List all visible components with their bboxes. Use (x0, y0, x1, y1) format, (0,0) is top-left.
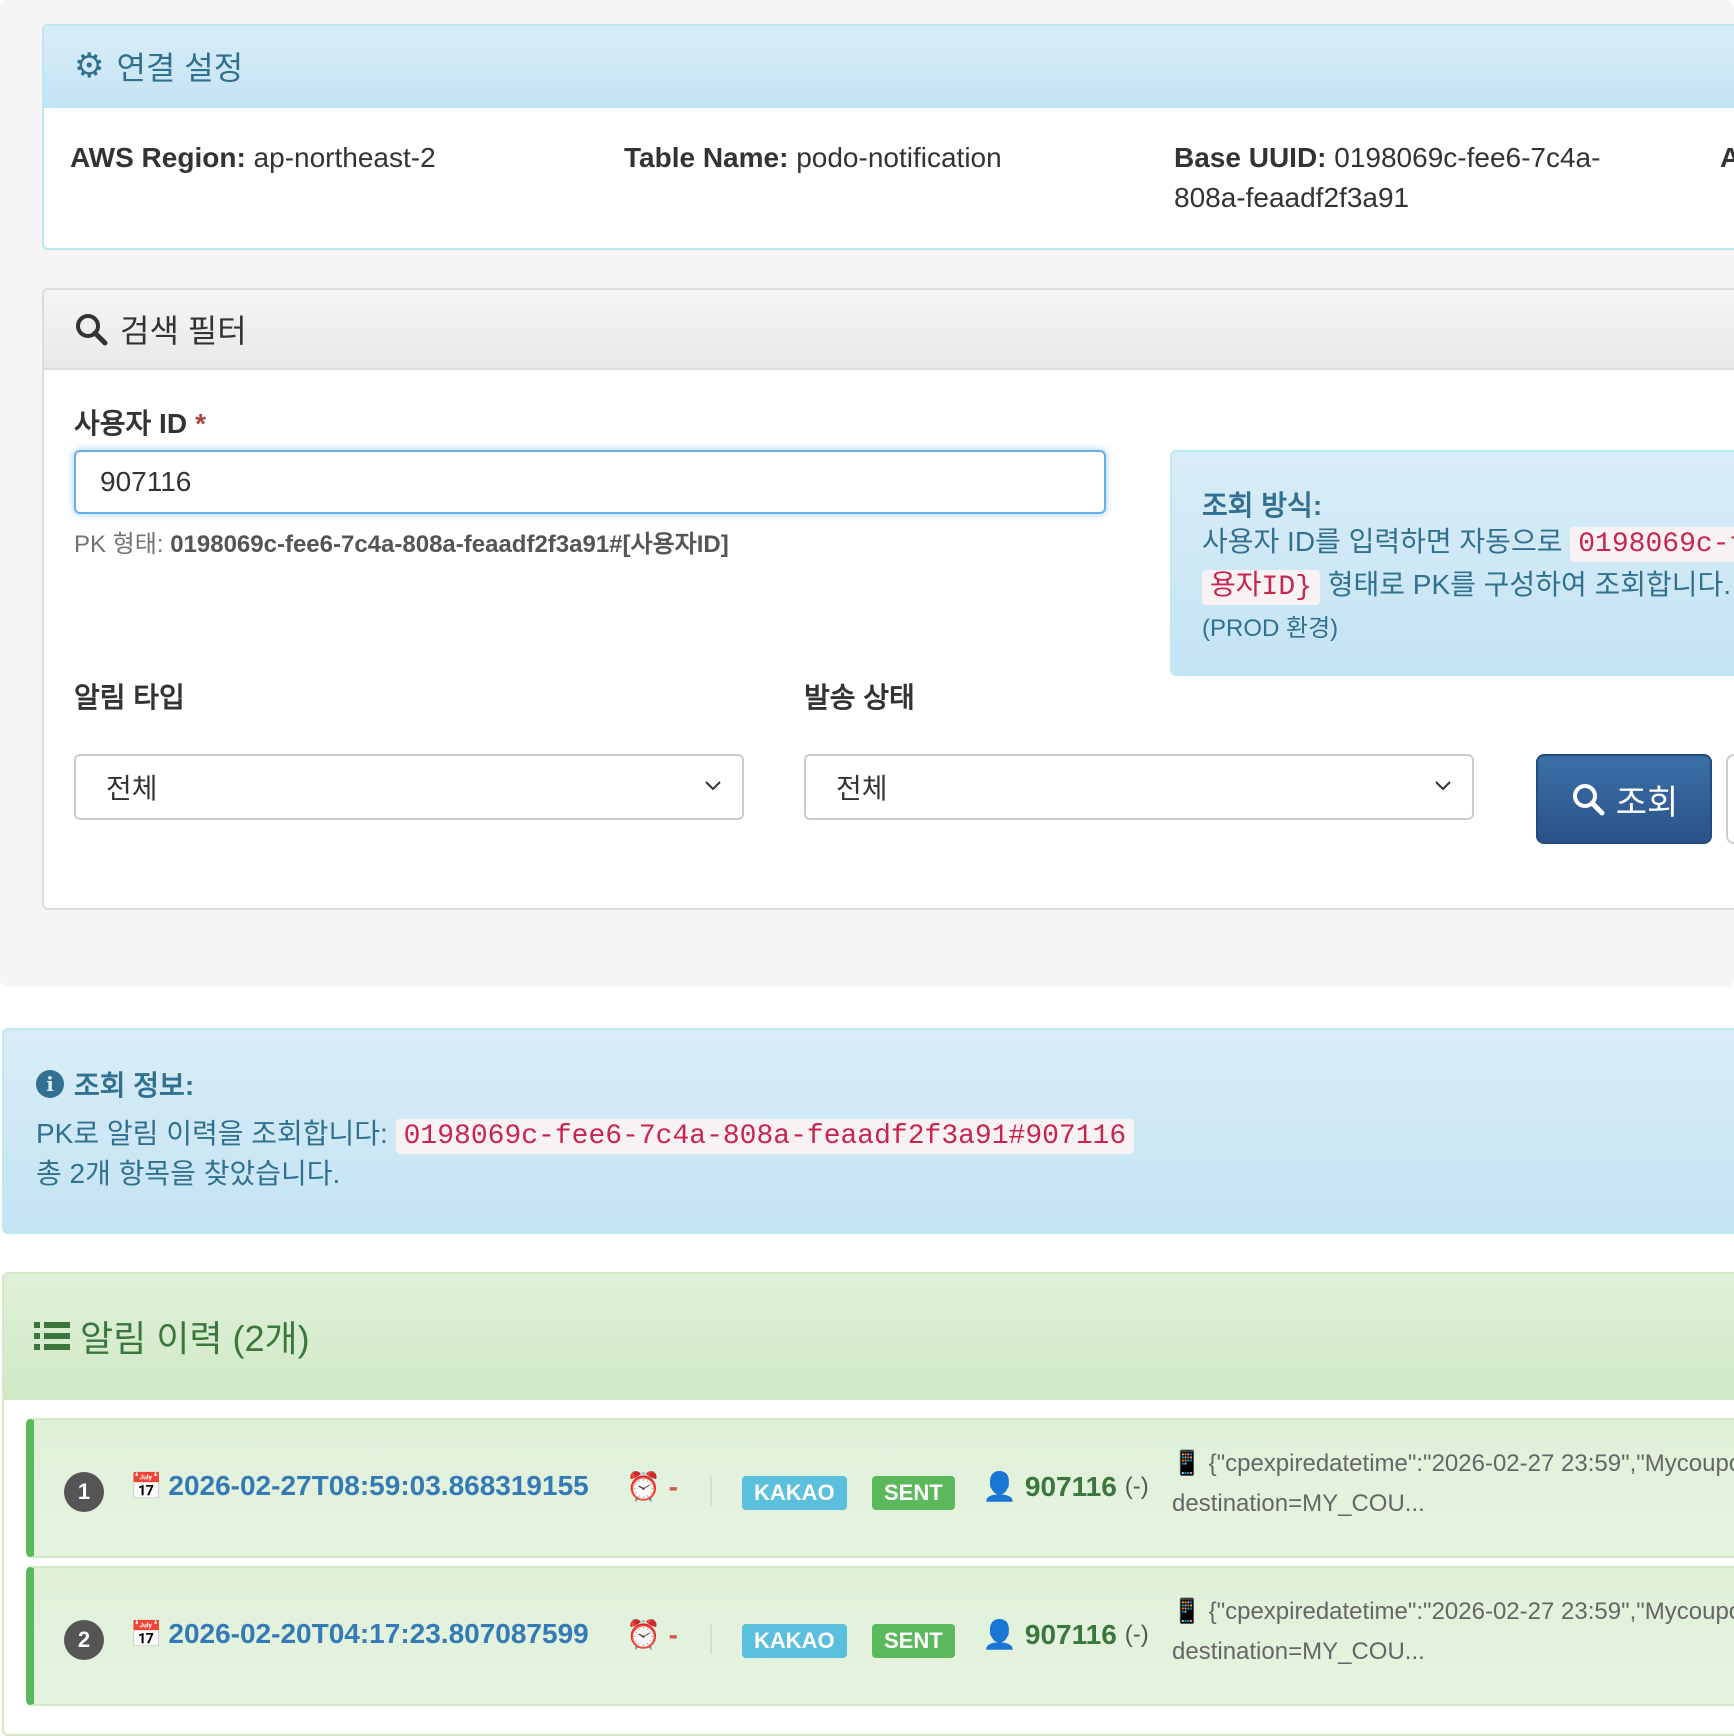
type-select[interactable]: 전체 (74, 754, 744, 820)
table-label: Table Name: (624, 142, 789, 173)
item-alarm-text: - (668, 1471, 678, 1502)
query-info-title-text: 조회 정보: (74, 1070, 195, 1101)
method-code-1: 0198069c-fee (1570, 527, 1734, 562)
connection-body: AWS Region: ap-northeast-2 Table Name: p… (44, 108, 1734, 248)
phone-icon: 📱 (1172, 1450, 1202, 1477)
type-label: 알림 타입 (74, 682, 185, 713)
query-info-line2: 총 2개 항목을 찾았습니다. (36, 1158, 341, 1189)
connection-header: ⚙ 연결 설정 (44, 26, 1734, 108)
info-icon: i (36, 1070, 64, 1098)
item-payload-line1: {"cpexpiredatetime":"2026-02-27 23:59","… (1208, 1450, 1734, 1477)
item-payload-line2: destination=MY_COU... (1172, 1490, 1425, 1517)
secondary-button[interactable] (1726, 754, 1734, 844)
item-user-id: 907116 (1024, 1618, 1117, 1650)
region-value: ap-northeast-2 (253, 142, 436, 173)
user-id-label: 사용자 ID * (74, 402, 206, 442)
search-icon (76, 314, 108, 346)
connection-title: 연결 설정 (116, 50, 244, 86)
item-timestamp-text: 2026-02-20T04:17:23.807087599 (168, 1618, 589, 1649)
type-select-value: 전체 (106, 773, 158, 804)
item-user: 👤 907116 (-) (982, 1470, 1149, 1503)
channel-badge: KAKAO (742, 1624, 847, 1658)
item-user: 👤 907116 (-) (982, 1618, 1149, 1651)
method-title: 조회 방식: (1202, 490, 1323, 521)
item-payload: 📱 {"cpexpiredatetime":"2026-02-27 23:59"… (1172, 1444, 1734, 1524)
item-payload: 📱 {"cpexpiredatetime":"2026-02-27 23:59"… (1172, 1592, 1734, 1672)
search-icon (1572, 784, 1605, 816)
extra-info: A (1720, 138, 1734, 178)
item-timestamp-text: 2026-02-27T08:59:03.868319155 (168, 1470, 589, 1501)
required-mark: * (195, 408, 206, 439)
divider (710, 1476, 712, 1506)
uuid-label: Base UUID: (1174, 142, 1327, 173)
item-user-sub: (-) (1124, 1472, 1149, 1500)
user-id-input[interactable] (74, 450, 1106, 514)
search-title: 검색 필터 (120, 313, 247, 349)
history-panel: 알림 이력 (2개) 1 📅 2026-02-27T08:59:03.86831… (2, 1272, 1734, 1736)
channel-badge: KAKAO (742, 1476, 847, 1510)
status-select[interactable]: 전체 (804, 754, 1474, 820)
uuid-value-line2: 808a-feaadf2f3a91 (1174, 182, 1410, 213)
item-alarm: ⏰ - (626, 1470, 678, 1503)
user-icon: 👤 (982, 1471, 1017, 1502)
status-label: 발송 상태 (804, 682, 915, 713)
query-info-line1-text: PK로 알림 이력을 조회합니다: (36, 1118, 388, 1149)
search-panel: 검색 필터 사용자 ID* PK 형태: 0198069c-fee6-7c4a-… (42, 288, 1734, 910)
alarm-clock-icon: ⏰ (626, 1619, 661, 1650)
status-badge: SENT (872, 1476, 955, 1510)
history-item[interactable]: 1 📅 2026-02-27T08:59:03.868319155 ⏰ - KA… (26, 1418, 1734, 1558)
query-info-line1: PK로 알림 이력을 조회합니다: 0198069c-fee6-7c4a-808… (36, 1112, 1135, 1154)
method-text-2: 형태로 PK를 구성하여 조회합니다. (1327, 569, 1732, 600)
alarm-clock-icon: ⏰ (626, 1471, 661, 1502)
region-info: AWS Region: ap-northeast-2 (70, 138, 436, 178)
user-icon: 👤 (982, 1619, 1017, 1650)
table-info: Table Name: podo-notification (624, 138, 1002, 178)
extra-label: A (1720, 142, 1734, 173)
chevron-down-icon (1435, 781, 1451, 791)
user-id-label-text: 사용자 ID (74, 408, 188, 439)
search-header: 검색 필터 (44, 290, 1734, 370)
list-icon (34, 1322, 70, 1350)
method-code-2: 용자ID} (1202, 570, 1320, 605)
item-payload-line1: {"cpexpiredatetime":"2026-02-27 23:59","… (1208, 1598, 1734, 1625)
history-header: 알림 이력 (2개) (4, 1274, 1734, 1400)
item-payload-line2: destination=MY_COU... (1172, 1638, 1425, 1665)
history-title: 알림 이력 (2개) (80, 1318, 310, 1359)
query-info-title: i 조회 정보: (36, 1064, 194, 1104)
pk-hint: PK 형태: 0198069c-fee6-7c4a-808a-feaadf2f3… (74, 524, 729, 559)
method-note: (PROD 환경) (1202, 615, 1339, 642)
item-alarm: ⏰ - (626, 1618, 678, 1651)
item-alarm-text: - (668, 1619, 678, 1650)
status-select-value: 전체 (836, 773, 888, 804)
phone-icon: 📱 (1172, 1598, 1202, 1625)
item-index: 1 (64, 1472, 104, 1512)
connection-panel: ⚙ 연결 설정 AWS Region: ap-northeast-2 Table… (42, 24, 1734, 250)
item-timestamp[interactable]: 📅 2026-02-27T08:59:03.868319155 (130, 1470, 589, 1502)
uuid-info: Base UUID: 0198069c-fee6-7c4a- 808a-feaa… (1174, 138, 1600, 218)
status-badge: SENT (872, 1624, 955, 1658)
item-user-id: 907116 (1024, 1470, 1117, 1502)
uuid-value-line1: 0198069c-fee6-7c4a- (1334, 142, 1601, 173)
pk-hint-label: PK 형태: (74, 531, 164, 558)
method-info-box: 조회 방식: 사용자 ID를 입력하면 자동으로 0198069c-fee 용자… (1170, 450, 1734, 676)
calendar-icon: 📅 (130, 1618, 163, 1649)
divider (710, 1624, 712, 1654)
method-text-1: 사용자 ID를 입력하면 자동으로 (1202, 526, 1563, 557)
item-timestamp[interactable]: 📅 2026-02-20T04:17:23.807087599 (130, 1618, 589, 1650)
calendar-icon: 📅 (130, 1470, 163, 1501)
region-label: AWS Region: (70, 142, 246, 173)
item-user-sub: (-) (1124, 1620, 1149, 1648)
pk-hint-value: 0198069c-fee6-7c4a-808a-feaadf2f3a91#[사용… (170, 531, 729, 558)
item-index: 2 (64, 1620, 104, 1660)
query-info-alert: i 조회 정보: PK로 알림 이력을 조회합니다: 0198069c-fee6… (2, 1028, 1734, 1234)
table-value: podo-notification (796, 142, 1002, 173)
search-button-label: 조회 (1615, 783, 1679, 822)
chevron-down-icon (705, 781, 721, 791)
gear-icon: ⚙ (74, 47, 105, 85)
method-text: 사용자 ID를 입력하면 자동으로 0198069c-fee 용자ID} 형태로… (1202, 522, 1734, 608)
query-info-pk-code: 0198069c-fee6-7c4a-808a-feaadf2f3a91#907… (395, 1119, 1135, 1154)
history-item[interactable]: 2 📅 2026-02-20T04:17:23.807087599 ⏰ - KA… (26, 1566, 1734, 1706)
search-button[interactable]: 조회 (1536, 754, 1712, 844)
